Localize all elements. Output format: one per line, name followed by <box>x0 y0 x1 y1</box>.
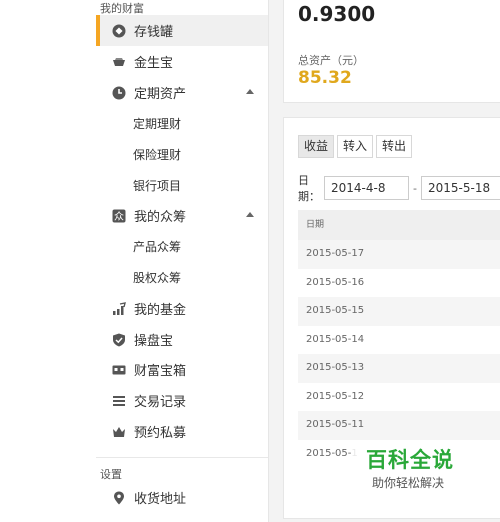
table-row: 2015-05-15 <box>298 297 500 326</box>
section-title-settings: 设置 <box>100 468 122 481</box>
total-assets-label: 总资产（元） <box>298 54 364 67</box>
sidebar-item-transactions[interactable]: 交易记录 <box>96 385 268 416</box>
sidebar-item-label: 我的众筹 <box>134 210 187 225</box>
sidebar-item-jinshengbao[interactable]: 金生宝 <box>96 46 268 77</box>
watermark-title: 百科全说 <box>366 448 454 472</box>
table-header-date: 日期 <box>298 210 500 240</box>
sidebar-item-label: 财富宝箱 <box>134 364 187 379</box>
sidebar-subitem-equity-crowdfunding[interactable]: 股权众筹 <box>96 262 305 293</box>
caret-up-icon[interactable] <box>246 212 254 217</box>
shield-check-icon <box>112 333 126 347</box>
sidebar-item-treasure-box[interactable]: 财富宝箱 <box>96 354 268 385</box>
date-separator: - <box>413 181 417 195</box>
total-assets-value: 85.32 <box>298 68 352 88</box>
treasure-box-icon <box>112 363 126 377</box>
top-value: 0.9300 <box>298 2 376 26</box>
list-icon <box>112 394 126 408</box>
sidebar-item-label: 定期理财 <box>133 117 182 131</box>
table-row: 2015-05-17 <box>298 240 500 269</box>
piggy-bank-icon <box>112 24 126 38</box>
sidebar-item-label: 收货地址 <box>134 492 187 507</box>
date-filter: 日期： - <box>298 172 500 204</box>
sidebar-item-private-placement[interactable]: 预约私募 <box>96 416 268 447</box>
sidebar-item-fixed-assets[interactable]: 定期资产 <box>96 77 268 108</box>
date-label: 日期： <box>298 174 320 203</box>
sidebar-item-label: 预约私募 <box>134 426 187 441</box>
sidebar-item-label: 保险理财 <box>133 148 182 162</box>
sidebar-item-label: 金生宝 <box>134 56 174 71</box>
svg-text:众: 众 <box>114 211 124 223</box>
table-row: 2015-05-13 <box>298 354 500 383</box>
sidebar-item-label: 存钱罐 <box>134 25 174 40</box>
date-from-input[interactable] <box>324 176 410 200</box>
summary-card: 0.9300 总资产（元） 85.32 <box>283 0 500 103</box>
sidebar-item-piggy-bank[interactable]: 存钱罐 <box>96 15 268 46</box>
table-row: 2015-05-12 <box>306 390 365 402</box>
tab-transfer-out[interactable]: 转出 <box>376 135 413 158</box>
crown-icon <box>112 425 126 439</box>
tab-bar: 收益 转入 转出 <box>298 135 415 158</box>
sidebar-item-label: 股权众筹 <box>133 271 182 285</box>
divider <box>96 457 268 458</box>
watermark: 百科全说 助你轻松解决 <box>352 440 467 496</box>
sidebar: 我的财富 存钱罐 金生宝 定期资产 定期理财 保险理财 银行项目 众 我的众筹 <box>0 0 269 522</box>
tab-income[interactable]: 收益 <box>298 135 335 158</box>
sidebar-item-my-funds[interactable]: 我的基金 <box>96 293 268 324</box>
sidebar-subitem-fixed-finance[interactable]: 定期理财 <box>96 108 305 139</box>
sidebar-subitem-bank-projects[interactable]: 银行项目 <box>96 170 305 201</box>
gold-ingot-icon <box>112 55 126 69</box>
sidebar-item-label: 产品众筹 <box>133 240 182 254</box>
table-row: 2015-05-14 <box>306 333 365 345</box>
sidebar-item-label: 定期资产 <box>134 87 187 102</box>
income-table: 日期 2015-05-17 2015-05-16 2015-05-15 2015… <box>298 210 500 468</box>
sidebar-item-shipping-address[interactable]: 收货地址 <box>96 482 268 513</box>
caret-up-icon[interactable] <box>246 89 254 94</box>
table-row: 2015-05-16 <box>306 276 365 288</box>
sidebar-item-label: 我的基金 <box>134 303 187 318</box>
tab-transfer-in[interactable]: 转入 <box>337 135 374 158</box>
sidebar-subitem-insurance[interactable]: 保险理财 <box>96 139 305 170</box>
section-title-wealth: 我的财富 <box>100 2 144 15</box>
sidebar-item-label: 操盘宝 <box>134 334 174 349</box>
table-body: 2015-05-17 2015-05-16 2015-05-15 2015-05… <box>298 240 500 468</box>
sidebar-item-label: 银行项目 <box>133 179 182 193</box>
clock-icon <box>112 86 126 100</box>
table-row: 2015-05-11 <box>298 411 500 440</box>
sidebar-subitem-product-crowdfunding[interactable]: 产品众筹 <box>96 231 305 262</box>
sidebar-item-crowdfunding[interactable]: 众 我的众筹 <box>96 200 268 231</box>
crowdfunding-icon: 众 <box>112 209 126 223</box>
location-pin-icon <box>112 491 126 505</box>
chart-up-icon <box>112 301 126 316</box>
watermark-subtitle: 助你轻松解决 <box>372 476 445 490</box>
sidebar-item-caopanbao[interactable]: 操盘宝 <box>96 324 268 355</box>
date-to-input[interactable] <box>421 176 500 200</box>
sidebar-item-label: 交易记录 <box>134 395 187 410</box>
